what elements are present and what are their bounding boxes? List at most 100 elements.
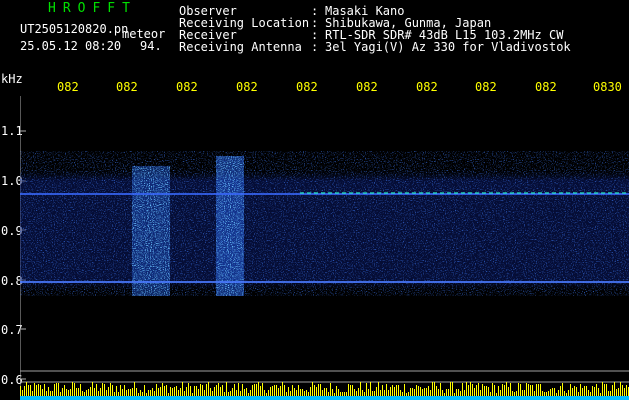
activity-bar-base <box>52 396 54 400</box>
activity-bar <box>74 383 75 396</box>
activity-bar-base <box>612 396 614 400</box>
activity-bar-base <box>328 396 330 400</box>
activity-bar <box>452 382 453 396</box>
activity-bar <box>516 391 517 396</box>
activity-bar <box>496 393 497 396</box>
activity-bar <box>310 387 311 396</box>
activity-bar-base <box>594 396 596 400</box>
activity-bar <box>180 388 181 396</box>
activity-bar-base <box>338 396 340 400</box>
spectrogram-plot <box>20 96 629 400</box>
activity-bars <box>20 382 629 400</box>
activity-bar-base <box>292 396 294 400</box>
activity-bar <box>160 387 161 396</box>
activity-bar <box>582 388 583 396</box>
activity-bar-base <box>174 396 176 400</box>
activity-bar <box>466 382 467 396</box>
activity-bar-base <box>72 396 74 400</box>
activity-bar-base <box>524 396 526 400</box>
activity-bar-base <box>474 396 476 400</box>
activity-bar-base <box>204 396 206 400</box>
activity-bar-base <box>606 396 608 400</box>
activity-bar-base <box>498 396 500 400</box>
activity-bar-base <box>96 396 98 400</box>
activity-bar <box>124 385 125 396</box>
activity-bar <box>206 384 207 396</box>
activity-bar <box>204 390 205 396</box>
activity-bar-base <box>186 396 188 400</box>
activity-bar-base <box>74 396 76 400</box>
activity-bar <box>282 382 283 396</box>
activity-bar <box>44 384 45 396</box>
activity-bar-base <box>530 396 532 400</box>
activity-bar <box>622 385 623 396</box>
activity-bar <box>320 384 321 396</box>
activity-bar-base <box>560 396 562 400</box>
activity-bar-base <box>164 396 166 400</box>
activity-bar <box>538 384 539 396</box>
activity-bar-base <box>344 396 346 400</box>
activity-bar-base <box>526 396 528 400</box>
activity-bar <box>222 385 223 396</box>
activity-bar <box>530 385 531 396</box>
activity-bar-base <box>626 396 628 400</box>
activity-bar-base <box>182 396 184 400</box>
activity-bar-base <box>326 396 328 400</box>
activity-bar-base <box>276 396 278 400</box>
activity-bar <box>382 385 383 396</box>
activity-bar <box>546 392 547 396</box>
activity-bar <box>590 392 591 396</box>
activity-bar-base <box>578 396 580 400</box>
activity-bar <box>366 383 367 396</box>
activity-bar <box>344 392 345 396</box>
activity-bar-base <box>624 396 626 400</box>
activity-bar <box>390 387 391 396</box>
activity-bar <box>166 385 167 396</box>
meteor-echo-1 <box>132 166 170 296</box>
activity-bar <box>182 382 183 396</box>
activity-bar-base <box>200 396 202 400</box>
activity-bar <box>576 387 577 396</box>
activity-bar <box>308 392 309 396</box>
activity-bar-base <box>430 396 432 400</box>
activity-bar-base <box>34 396 36 400</box>
activity-bar-base <box>436 396 438 400</box>
activity-bar <box>152 388 153 396</box>
activity-bar-base <box>284 396 286 400</box>
activity-bar <box>78 388 79 396</box>
activity-bar-base <box>514 396 516 400</box>
activity-bar <box>40 385 41 396</box>
activity-bar-base <box>40 396 42 400</box>
activity-bar <box>70 389 71 396</box>
activity-bar <box>140 390 141 396</box>
activity-bar <box>500 390 501 396</box>
activity-bar-base <box>460 396 462 400</box>
activity-bar <box>338 389 339 396</box>
activity-bar-base <box>572 396 574 400</box>
activity-bar-base <box>432 396 434 400</box>
activity-bar-base <box>128 396 130 400</box>
activity-bar <box>588 390 589 396</box>
activity-bar <box>502 384 503 396</box>
activity-bar-base <box>380 396 382 400</box>
activity-bar <box>322 390 323 396</box>
activity-bar <box>600 393 601 396</box>
activity-bar <box>238 383 239 396</box>
activity-bar-base <box>564 396 566 400</box>
activity-bar-base <box>36 396 38 400</box>
activity-bar-base <box>588 396 590 400</box>
activity-bar <box>172 388 173 396</box>
activity-bar-base <box>262 396 264 400</box>
app-brand: HROFFT <box>48 1 137 16</box>
activity-bar-base <box>148 396 150 400</box>
activity-bar-base <box>480 396 482 400</box>
activity-bar-base <box>194 396 196 400</box>
activity-bar-base <box>434 396 436 400</box>
activity-bar <box>386 384 387 396</box>
activity-bar <box>84 392 85 396</box>
activity-bar <box>482 384 483 396</box>
activity-bar-base <box>370 396 372 400</box>
activity-bar <box>110 383 111 396</box>
activity-bar-base <box>528 396 530 400</box>
activity-bar <box>332 389 333 396</box>
